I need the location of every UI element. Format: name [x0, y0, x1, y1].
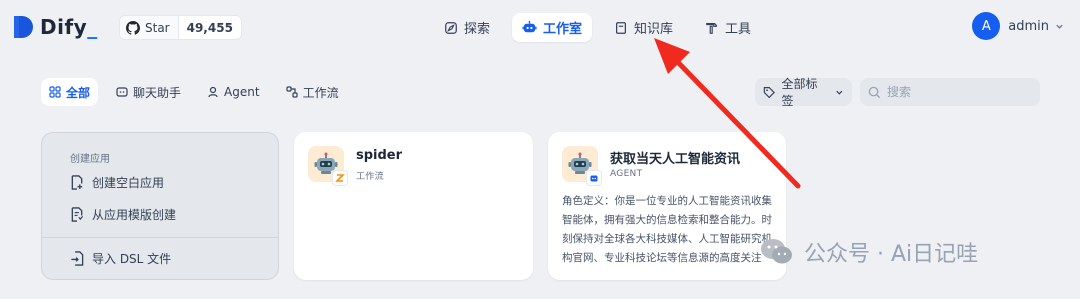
app-type: AGENT	[610, 169, 643, 179]
nav-knowledge[interactable]: 知识库	[604, 13, 683, 42]
import-dsl-label: 导入 DSL 文件	[92, 252, 172, 266]
main-nav: 探索 工作室 知识库 工具	[434, 13, 773, 42]
top-bar: Dify_ Star 49,455 探索 工作室 知识库 工具 A admin	[0, 0, 1080, 56]
app-type-tabs: 全部 聊天助手 Agent 工作流	[41, 78, 357, 106]
app-card[interactable]: spider 工作流	[294, 132, 533, 280]
hammer-icon	[706, 22, 717, 34]
tab-agent-label: Agent	[224, 85, 260, 99]
nav-tools-label: 工具	[725, 22, 752, 37]
github-icon	[126, 20, 140, 35]
template-icon	[71, 207, 84, 222]
user-menu[interactable]: A admin	[972, 12, 1064, 40]
create-app-title: 创建应用	[70, 154, 110, 165]
nav-tools[interactable]: 工具	[695, 13, 761, 42]
search-box[interactable]	[860, 78, 1040, 106]
dify-logo-icon	[12, 14, 34, 40]
create-from-template-button[interactable]: 从应用模版创建	[70, 206, 176, 223]
github-star-widget[interactable]: Star 49,455	[119, 15, 242, 40]
create-blank-label: 创建空白应用	[92, 176, 165, 190]
create-template-label: 从应用模版创建	[92, 208, 177, 222]
tab-chat-assistant[interactable]: 聊天助手	[108, 78, 189, 106]
tab-workflow[interactable]: 工作流	[278, 78, 347, 106]
dify-logo[interactable]: Dify_	[12, 14, 98, 40]
app-card[interactable]: 获取当天人工智能资讯 AGENT 角色定义：你是一位专业的人工智能资讯收集智能体…	[548, 132, 786, 280]
tab-all-label: 全部	[66, 85, 91, 100]
tags-filter-label: 全部标签	[781, 77, 818, 108]
robot-icon	[522, 20, 537, 33]
app-name: 获取当天人工智能资讯	[610, 152, 741, 167]
search-icon	[868, 86, 881, 98]
agent-icon	[208, 86, 218, 98]
app-name: spider	[356, 148, 403, 163]
divider	[42, 237, 278, 238]
chat-icon	[116, 87, 128, 97]
nav-studio-label: 工作室	[543, 22, 583, 37]
github-star-label: Star	[145, 20, 170, 35]
explore-icon	[445, 21, 457, 34]
import-dsl-button[interactable]: 导入 DSL 文件	[70, 250, 171, 267]
tags-filter-button[interactable]: 全部标签	[755, 77, 852, 108]
workflow-icon	[285, 86, 298, 98]
nav-explore[interactable]: 探索	[434, 13, 500, 42]
github-star-button[interactable]: Star	[120, 16, 179, 39]
tab-agent[interactable]: Agent	[199, 78, 268, 106]
chevron-down-icon	[1056, 24, 1063, 29]
app-type: 工作流	[356, 172, 384, 182]
dify-wordmark: Dify_	[40, 15, 98, 39]
tab-all[interactable]: 全部	[41, 78, 99, 106]
github-star-count[interactable]: 49,455	[179, 21, 241, 35]
wechat-icon	[761, 239, 792, 264]
watermark-text: 公众号 · Ai日记哇	[804, 242, 979, 267]
user-name: admin	[1008, 18, 1049, 34]
nav-studio[interactable]: 工作室	[512, 13, 593, 42]
chevron-down-icon	[836, 90, 843, 95]
file-plus-icon	[71, 175, 83, 190]
workflow-badge-icon	[332, 170, 348, 186]
import-file-icon	[71, 251, 84, 266]
grid-icon	[49, 86, 61, 98]
tab-chat-label: 聊天助手	[133, 85, 182, 100]
agent-badge-icon	[586, 170, 602, 186]
create-app-card: 创建应用 创建空白应用 从应用模版创建 导入 DSL 文件	[41, 132, 279, 280]
app-description: 角色定义：你是一位专业的人工智能资讯收集智能体，拥有强大的信息检索和整合能力。时…	[562, 195, 772, 264]
watermark: 公众号 · Ai日记哇	[760, 236, 978, 268]
book-icon	[616, 21, 627, 34]
nav-explore-label: 探索	[464, 22, 491, 37]
search-input[interactable]	[887, 85, 1027, 99]
nav-knowledge-label: 知识库	[634, 22, 674, 37]
tab-workflow-label: 工作流	[302, 85, 339, 100]
tag-icon	[763, 86, 775, 98]
avatar[interactable]: A	[972, 12, 1001, 40]
create-blank-app-button[interactable]: 创建空白应用	[70, 174, 164, 191]
